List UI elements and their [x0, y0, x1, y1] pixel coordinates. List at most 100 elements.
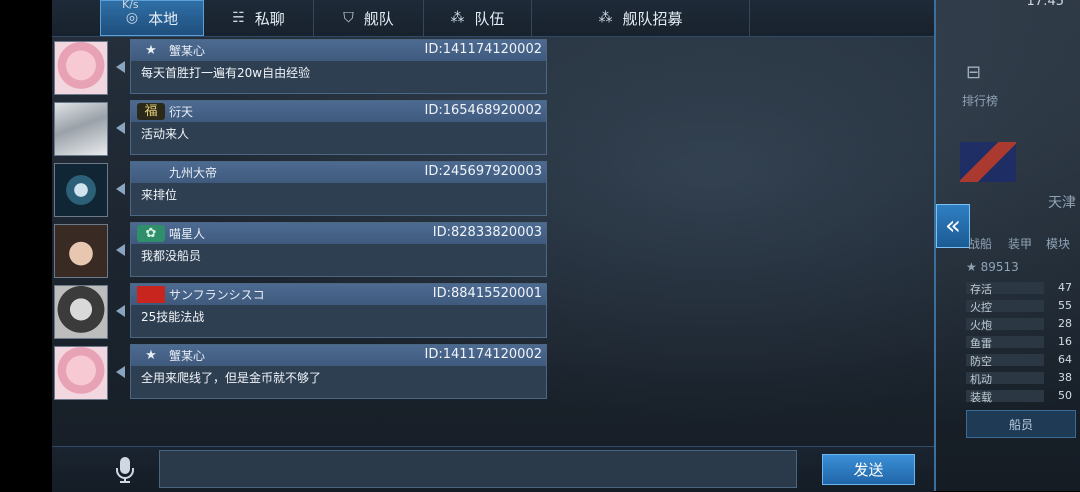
- star-emblem-icon: ★: [145, 43, 157, 58]
- stat-name: 机动: [970, 373, 992, 386]
- message-text: 25技能法战: [141, 310, 205, 324]
- message-header: ✿ 喵星人 ID:82833820003: [131, 223, 546, 244]
- message-bubble: 福 衍天 ID:165468920002 活动来人: [130, 100, 547, 155]
- tab-fleet[interactable]: ⛉ 舰队: [314, 0, 424, 36]
- chat-input[interactable]: [159, 450, 797, 488]
- send-button[interactable]: 发送: [822, 454, 915, 485]
- crew-button[interactable]: 船员: [966, 410, 1076, 438]
- chat-tabs: ◎ 本地 ☵ 私聊 ⛉ 舰队 ⁂ 队伍 ⁂ 舰队招募: [52, 0, 934, 37]
- message-bubble: ★ 蟹某心 ID:141174120002 全用来爬线了，但是金币就不够了: [130, 344, 547, 399]
- stat-value: 64: [1058, 353, 1072, 366]
- sender-name[interactable]: 蟹某心: [169, 42, 205, 59]
- sender-name[interactable]: 喵星人: [169, 225, 205, 242]
- avatar[interactable]: [54, 163, 108, 217]
- bubble-pointer: [116, 366, 125, 378]
- stat-name: 火控: [970, 301, 992, 314]
- nation-flag: [960, 142, 1016, 182]
- collapse-chat-button[interactable]: «: [936, 204, 970, 248]
- stat-name: 火炮: [970, 319, 992, 332]
- stat-name: 防空: [970, 355, 992, 368]
- stat-row: 装载 50: [966, 389, 1076, 404]
- no-emblem: [137, 164, 165, 181]
- chat-message: ★ 蟹某心 ID:141174120002 每天首胜打一遍有20w自由经验: [52, 39, 552, 95]
- message-text: 活动来人: [141, 127, 190, 141]
- sender-name[interactable]: 衍天: [169, 103, 193, 120]
- message-header: 九州大帝 ID:245697920003: [131, 162, 546, 183]
- sender-id: ID:245697920003: [424, 164, 542, 179]
- red-flag-emblem-icon: [137, 286, 165, 303]
- stat-row: 火炮 28: [966, 317, 1076, 332]
- bubble-pointer: [116, 122, 125, 134]
- team-icon: ⁂: [450, 10, 465, 26]
- chat-message: ✿ 喵星人 ID:82833820003 我都没船员: [52, 222, 552, 278]
- sender-id: ID:82833820003: [432, 225, 542, 240]
- green-emblem-icon: ✿: [137, 225, 165, 242]
- chat-message: サンフランシスコ ID:88415520001 25技能法战: [52, 283, 552, 339]
- stat-value: 28: [1058, 317, 1072, 330]
- message-text: 全用来爬线了，但是金币就不够了: [141, 371, 322, 385]
- stat-value: 55: [1058, 299, 1072, 312]
- message-text: 每天首胜打一遍有20w自由经验: [141, 66, 311, 80]
- hud-tab[interactable]: 战船: [968, 235, 992, 252]
- clock: 17:45: [1026, 0, 1064, 9]
- avatar[interactable]: [54, 41, 108, 95]
- tab-label: 私聊: [254, 9, 285, 28]
- chat-input-bar: 发送: [52, 446, 934, 492]
- stat-row: 存活 47: [966, 281, 1076, 296]
- tab-fleet-recruit[interactable]: ⁂ 舰队招募: [532, 0, 750, 36]
- message-bubble: ✿ 喵星人 ID:82833820003 我都没船员: [130, 222, 547, 277]
- left-edge: [0, 0, 52, 491]
- message-bubble: 九州大帝 ID:245697920003 来排位: [130, 161, 547, 216]
- network-speed: K/s: [122, 0, 139, 11]
- sender-name[interactable]: 蟹某心: [169, 347, 205, 364]
- tab-label: 本地: [148, 9, 179, 28]
- microphone-icon[interactable]: [112, 455, 138, 485]
- sender-id: ID:165468920002: [424, 103, 542, 118]
- message-header: 福 衍天 ID:165468920002: [131, 101, 546, 122]
- ship-name: 天津: [1048, 195, 1076, 211]
- sender-name[interactable]: 九州大帝: [169, 164, 217, 181]
- chat-message: 福 衍天 ID:165468920002 活动来人: [52, 100, 552, 156]
- sender-name[interactable]: サンフランシスコ: [169, 286, 265, 303]
- bubble-pointer: [116, 183, 125, 195]
- message-header: ★ 蟹某心 ID:141174120002: [131, 345, 546, 366]
- tab-label: 舰队: [363, 9, 394, 28]
- message-header: ★ 蟹某心 ID:141174120002: [131, 40, 546, 61]
- game-hud: ⊟ 排行榜 天津 « 战船 装甲 模块 ★ 89513 存活 47 火控 55 火炮…: [936, 0, 1080, 491]
- stat-name: 装载: [970, 391, 992, 404]
- message-header: サンフランシスコ ID:88415520001: [131, 284, 546, 305]
- fu-emblem-icon: 福: [137, 103, 165, 120]
- tab-team[interactable]: ⁂ 队伍: [424, 0, 532, 36]
- avatar[interactable]: [54, 224, 108, 278]
- avatar[interactable]: [54, 102, 108, 156]
- stat-name: 存活: [970, 283, 992, 296]
- ranking-icon[interactable]: ⊟: [966, 62, 981, 83]
- bubble-pointer: [116, 305, 125, 317]
- tab-label: 队伍: [474, 9, 505, 28]
- message-text: 我都没船员: [141, 249, 202, 263]
- stat-row: 机动 38: [966, 371, 1076, 386]
- bubble-pointer: [116, 61, 125, 73]
- tab-local[interactable]: ◎ 本地: [100, 0, 204, 36]
- stat-value: 16: [1058, 335, 1072, 348]
- tab-label: 舰队招募: [622, 9, 683, 28]
- hud-tab[interactable]: 模块: [1046, 235, 1070, 252]
- chat-bubbles-icon: ☵: [232, 10, 245, 26]
- stat-row: 防空 64: [966, 353, 1076, 368]
- ranking-label: 排行榜: [962, 94, 999, 108]
- stat-value: 50: [1058, 389, 1072, 402]
- star-emblem-icon: ★: [145, 348, 157, 363]
- hud-tab[interactable]: 装甲: [1008, 235, 1032, 252]
- avatar[interactable]: [54, 346, 108, 400]
- sender-id: ID:141174120002: [424, 347, 542, 362]
- star-score: ★ 89513: [966, 260, 1019, 274]
- avatar[interactable]: [54, 285, 108, 339]
- sender-id: ID:141174120002: [424, 42, 542, 57]
- bubble-pointer: [116, 244, 125, 256]
- stat-value: 47: [1058, 281, 1072, 294]
- globe-icon: ◎: [125, 10, 139, 26]
- stat-row: 火控 55: [966, 299, 1076, 314]
- tab-private[interactable]: ☵ 私聊: [204, 0, 314, 36]
- message-bubble: ★ 蟹某心 ID:141174120002 每天首胜打一遍有20w自由经验: [130, 39, 547, 94]
- recruit-icon: ⁂: [598, 10, 613, 26]
